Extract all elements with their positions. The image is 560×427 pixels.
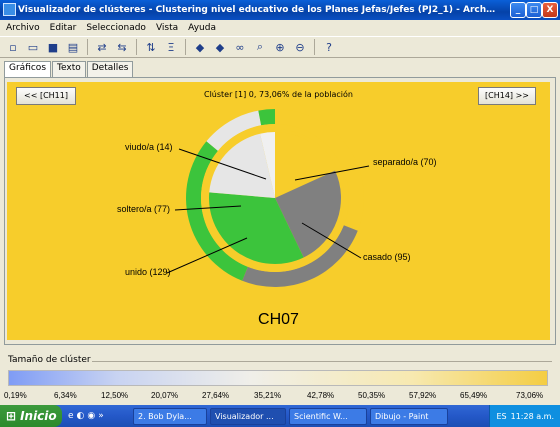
start-label: Inicio bbox=[20, 409, 57, 423]
menu-ayuda[interactable]: Ayuda bbox=[188, 23, 216, 33]
task-visualizador[interactable]: Visualizador ... bbox=[210, 407, 286, 425]
title-bar[interactable]: Visualizador de clústeres - Clustering n… bbox=[0, 0, 560, 20]
desktop-icon[interactable]: ◐ bbox=[77, 411, 85, 421]
binoculars-icon[interactable]: ∞ bbox=[231, 38, 249, 56]
language-indicator[interactable]: ES bbox=[496, 412, 506, 421]
ie-icon[interactable]: e bbox=[68, 411, 74, 421]
size-tick: 27,64% bbox=[202, 391, 230, 400]
save-icon[interactable]: ■ bbox=[44, 38, 62, 56]
zoom-fit-icon[interactable]: ⌕ bbox=[251, 38, 269, 56]
menu-seleccionado[interactable]: Seleccionado bbox=[86, 23, 146, 33]
windows-logo-icon: ⊞ bbox=[6, 409, 17, 423]
help-icon[interactable]: ? bbox=[320, 38, 338, 56]
chart-canvas: << [CH11] Clúster [1] 0, 73,06% de la po… bbox=[7, 82, 550, 340]
system-tray: ES 11:28 a.m. bbox=[489, 405, 560, 427]
size-gradient-bar bbox=[8, 370, 548, 386]
size-tick: 0,19% bbox=[4, 391, 27, 400]
donut-chart bbox=[166, 109, 370, 287]
size-tick: 12,50% bbox=[101, 391, 129, 400]
size-tick: 20,07% bbox=[151, 391, 179, 400]
taskbar: ⊞ Inicio e ◐ ◉ » 2. Bob Dyla... Visualiz… bbox=[0, 405, 560, 427]
outer-ring-viudo-a bbox=[258, 109, 275, 126]
zoom-in-icon[interactable]: ⊕ bbox=[271, 38, 289, 56]
cluster-size-panel: Tamaño de clúster 0,19% 6,34% 12,50% 20,… bbox=[0, 352, 560, 405]
tab-texto[interactable]: Texto bbox=[52, 61, 86, 77]
menu-bar: Archivo Editar Seleccionado Vista Ayuda bbox=[0, 20, 560, 36]
print-icon[interactable]: ▤ bbox=[64, 38, 82, 56]
size-tick: 50,35% bbox=[358, 391, 386, 400]
undo-icon[interactable]: ⇆ bbox=[113, 38, 131, 56]
start-button[interactable]: ⊞ Inicio bbox=[0, 405, 62, 427]
menu-vista[interactable]: Vista bbox=[156, 23, 178, 33]
task-bob-dylan[interactable]: 2. Bob Dyla... bbox=[133, 407, 207, 425]
label-viudo: viudo/a (14) bbox=[125, 142, 173, 152]
toolbar-separator bbox=[314, 39, 315, 55]
toolbar-separator bbox=[87, 39, 88, 55]
size-panel-title: Tamaño de clúster bbox=[8, 355, 91, 365]
quick-launch: e ◐ ◉ » bbox=[62, 411, 130, 421]
window-title: Visualizador de clústeres - Clustering n… bbox=[18, 5, 498, 15]
size-tick: 6,34% bbox=[54, 391, 77, 400]
redo-icon[interactable]: ⇄ bbox=[93, 38, 111, 56]
view-tabs: Gráficos Texto Detalles bbox=[4, 61, 134, 77]
label-soltero: soltero/a (77) bbox=[117, 204, 171, 214]
size-tick: 42,78% bbox=[307, 391, 335, 400]
app-window: Visualizador de clústeres - Clustering n… bbox=[0, 0, 560, 405]
minimize-button[interactable]: _ bbox=[510, 2, 526, 18]
menu-editar[interactable]: Editar bbox=[50, 23, 77, 33]
size-tick: 73,06% bbox=[516, 391, 544, 400]
maximize-button[interactable]: □ bbox=[526, 2, 542, 18]
forward-icon[interactable]: ◆ bbox=[211, 38, 229, 56]
menu-archivo[interactable]: Archivo bbox=[6, 23, 40, 33]
label-separado: separado/a (70) bbox=[373, 157, 437, 167]
task-paint[interactable]: Dibujo - Paint bbox=[370, 407, 448, 425]
tab-detalles[interactable]: Detalles bbox=[86, 61, 134, 77]
back-icon[interactable]: ◆ bbox=[191, 38, 209, 56]
open-icon[interactable]: ▭ bbox=[24, 38, 42, 56]
size-tick: 65,49% bbox=[460, 391, 488, 400]
sort-icon[interactable]: ⇅ bbox=[142, 38, 160, 56]
size-tick: 35,21% bbox=[254, 391, 282, 400]
toolbar: ▫ ▭ ■ ▤ ⇄ ⇆ ⇅ Ξ ◆ ◆ ∞ ⌕ ⊕ ⊖ ? bbox=[0, 36, 560, 58]
app-icon bbox=[3, 3, 16, 16]
new-icon[interactable]: ▫ bbox=[4, 38, 22, 56]
media-icon[interactable]: ◉ bbox=[87, 411, 95, 421]
label-casado: casado (95) bbox=[363, 252, 411, 262]
more-icon[interactable]: » bbox=[98, 411, 104, 421]
chart-title: CH07 bbox=[258, 311, 299, 328]
close-button[interactable]: X bbox=[542, 2, 558, 18]
zoom-out-icon[interactable]: ⊖ bbox=[291, 38, 309, 56]
label-unido: unido (129) bbox=[125, 267, 171, 277]
size-tick: 57,92% bbox=[409, 391, 437, 400]
task-scientific[interactable]: Scientific W... bbox=[289, 407, 367, 425]
filter-icon[interactable]: Ξ bbox=[162, 38, 180, 56]
toolbar-separator bbox=[136, 39, 137, 55]
toolbar-separator bbox=[185, 39, 186, 55]
tab-graficos[interactable]: Gráficos bbox=[4, 61, 52, 77]
divider bbox=[92, 361, 552, 362]
clock: 11:28 a.m. bbox=[510, 411, 554, 421]
